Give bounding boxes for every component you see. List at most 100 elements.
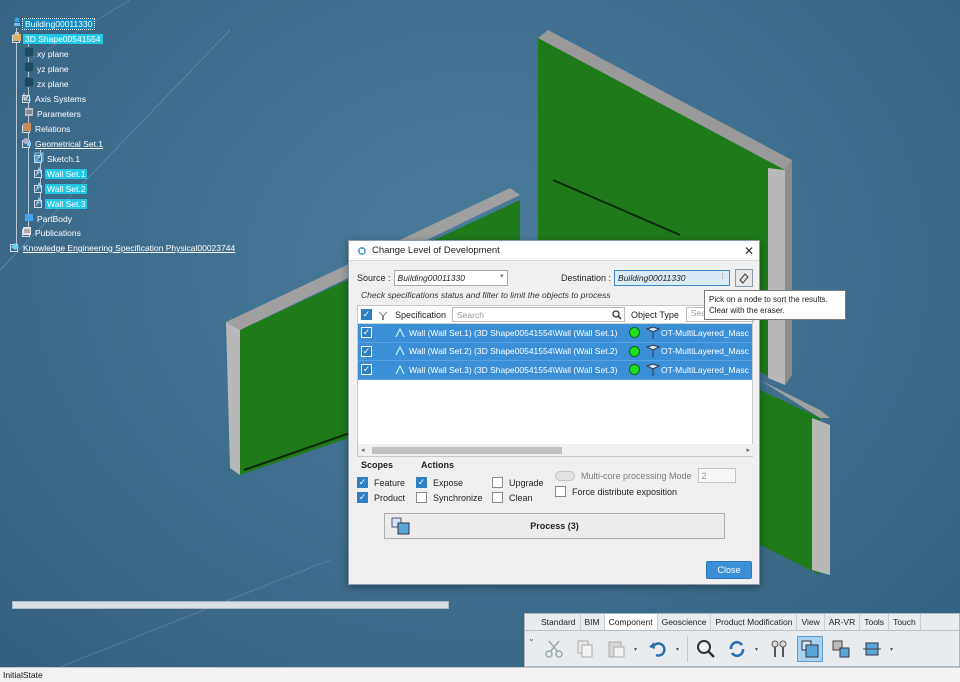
tree-node-yz-plane[interactable]: yz plane <box>24 62 71 76</box>
eraser-button[interactable] <box>735 269 753 287</box>
tree-node-parameters[interactable]: Parameters <box>24 107 83 121</box>
multicore-spinner[interactable]: 2 <box>697 468 736 483</box>
tree-node-zx-plane[interactable]: zx plane <box>24 77 71 91</box>
column-object-type[interactable]: Object Type <box>631 310 679 320</box>
undo-icon[interactable] <box>645 636 671 662</box>
feature-option[interactable]: ✓ Feature <box>357 477 405 488</box>
force-distribute-checkbox[interactable] <box>555 486 566 497</box>
status-text: InitialState <box>3 670 43 680</box>
tab-product-modification[interactable]: Product Modification <box>711 614 798 630</box>
update-dropdown-icon[interactable]: ▾ <box>755 646 761 653</box>
tab-component[interactable]: Component <box>604 614 658 630</box>
synchronize-label: Synchronize <box>433 492 483 503</box>
close-button[interactable]: Close <box>706 561 752 579</box>
tree-node-wall-set-1[interactable]: + Wall Set.1 <box>34 167 88 181</box>
close-icon[interactable]: ✕ <box>739 244 759 258</box>
row-specification: Wall (Wall Set.3) (3D Shape00541554\Wall… <box>409 364 618 375</box>
select-all-checkbox[interactable]: ✓ <box>361 309 372 320</box>
tab-touch[interactable]: Touch <box>889 614 921 630</box>
plane-icon <box>24 77 34 87</box>
expose-option[interactable]: ✓ Expose <box>416 477 463 488</box>
upgrade-checkbox[interactable] <box>492 477 503 488</box>
paste-dropdown-icon[interactable]: ▾ <box>634 646 640 653</box>
tree-node-publications[interactable]: +Publications <box>22 226 83 240</box>
row-checkbox[interactable]: ✓ <box>361 364 372 376</box>
tree-node-sketch[interactable]: +Sketch.1 <box>34 152 82 166</box>
tree-label: xy plane <box>37 49 69 59</box>
paste-icon[interactable] <box>603 636 629 662</box>
more-options-icon[interactable]: ⋮ <box>719 272 726 280</box>
tree-label: zx plane <box>37 79 69 89</box>
specification-list[interactable]: ✓ Specification Search Object Type Searc… <box>357 305 754 457</box>
product-icon <box>14 17 20 26</box>
tree-node-relations[interactable]: +Relations <box>22 122 72 136</box>
tree-node-xy-plane[interactable]: xy plane <box>24 47 71 61</box>
undo-dropdown-icon[interactable]: ▾ <box>676 646 682 653</box>
table-row[interactable]: ✓ Wall (Wall Set.3) (3D Shape00541554\Wa… <box>358 361 752 380</box>
row-checkbox[interactable]: ✓ <box>361 327 372 339</box>
tab-standard[interactable]: Standard <box>537 614 581 630</box>
tree-label: Wall Set.1 <box>45 169 88 179</box>
tree-node-axis-systems[interactable]: +Axis Systems <box>22 92 88 106</box>
knowledge-icon <box>11 243 19 250</box>
product-checkbox[interactable]: ✓ <box>357 492 368 503</box>
tree-node-partbody[interactable]: PartBody <box>24 212 74 226</box>
table-row[interactable]: ✓ Wall (Wall Set.1) (3D Shape00541554\Wa… <box>358 324 752 343</box>
replace-dropdown-icon[interactable]: ▾ <box>890 646 896 653</box>
synchronize-option[interactable]: Synchronize <box>416 492 483 503</box>
update-icon[interactable] <box>724 636 750 662</box>
copy-icon[interactable] <box>572 636 598 662</box>
destination-combo[interactable]: Building00011330 ⋮ <box>614 270 731 286</box>
search-input[interactable]: Search <box>452 307 625 322</box>
process-button[interactable]: Process (3) <box>384 513 725 539</box>
product-option[interactable]: ✓ Product <box>357 492 405 503</box>
tree-node-root[interactable]: Building00011330 <box>12 17 96 31</box>
knowledge-rule-icon[interactable] <box>766 636 792 662</box>
zoom-icon[interactable] <box>693 636 719 662</box>
tab-geoscience[interactable]: Geoscience <box>658 614 712 630</box>
synchronize-icon[interactable] <box>828 636 854 662</box>
tree-node-knowledge[interactable]: +Knowledge Engineering Specification Phy… <box>10 241 237 255</box>
replace-icon[interactable] <box>859 636 885 662</box>
source-combo[interactable]: Building00011330 ▾ <box>393 270 508 286</box>
row-specification: Wall (Wall Set.2) (3D Shape00541554\Wall… <box>409 346 618 357</box>
tree-node-shape[interactable]: − 3D Shape00541554 <box>12 32 103 46</box>
column-specification[interactable]: Specification <box>395 310 446 320</box>
wall-icon <box>395 346 405 356</box>
upgrade-option[interactable]: Upgrade <box>492 477 544 488</box>
progress-bar <box>12 601 449 609</box>
tree-label: Relations <box>35 124 71 134</box>
clean-option[interactable]: Clean <box>492 492 533 503</box>
tree-node-geometrical-set[interactable]: −Geometrical Set.1 <box>22 137 105 151</box>
tree-node-wall-set-3[interactable]: + Wall Set.3 <box>34 197 88 211</box>
tab-ar-vr[interactable]: AR-VR <box>825 614 861 630</box>
cut-icon[interactable] <box>541 636 567 662</box>
multicore-toggle[interactable] <box>555 470 575 481</box>
feature-checkbox[interactable]: ✓ <box>357 477 368 488</box>
tab-view[interactable]: View <box>797 614 825 630</box>
force-distribute-option[interactable]: Force distribute exposition <box>555 486 677 497</box>
scroll-thumb[interactable] <box>372 446 562 454</box>
scroll-right-icon[interactable]: ▸ <box>746 446 750 454</box>
horizontal-scrollbar[interactable]: ◂ ▸ <box>358 444 754 456</box>
tab-bim[interactable]: BIM <box>581 614 605 630</box>
synchronize-checkbox[interactable] <box>416 492 427 503</box>
change-lod-icon[interactable] <box>797 636 823 662</box>
tree-node-wall-set-2[interactable]: + Wall Set.2 <box>34 182 88 196</box>
force-distribute-label: Force distribute exposition <box>572 486 678 497</box>
dialog-title-bar[interactable]: Change Level of Development ✕ <box>349 241 759 261</box>
filter-icon[interactable] <box>377 309 389 321</box>
clean-checkbox[interactable] <box>492 492 503 503</box>
scroll-left-icon[interactable]: ◂ <box>361 446 365 454</box>
action-bar: Standard BIM Component Geoscience Produc… <box>524 613 960 667</box>
status-ok-icon <box>629 327 640 339</box>
search-icon[interactable] <box>612 310 622 320</box>
expose-checkbox[interactable]: ✓ <box>416 477 427 488</box>
source-value: Building00011330 <box>397 273 465 283</box>
collapse-bar-icon[interactable]: ⌄ <box>528 634 535 643</box>
object-type-icon <box>646 363 660 376</box>
multicore-option[interactable]: Multi-core processing Mode 2 <box>555 468 736 483</box>
row-checkbox[interactable]: ✓ <box>361 345 372 357</box>
table-row[interactable]: ✓ Wall (Wall Set.2) (3D Shape00541554\Wa… <box>358 342 752 361</box>
tab-tools[interactable]: Tools <box>860 614 890 630</box>
